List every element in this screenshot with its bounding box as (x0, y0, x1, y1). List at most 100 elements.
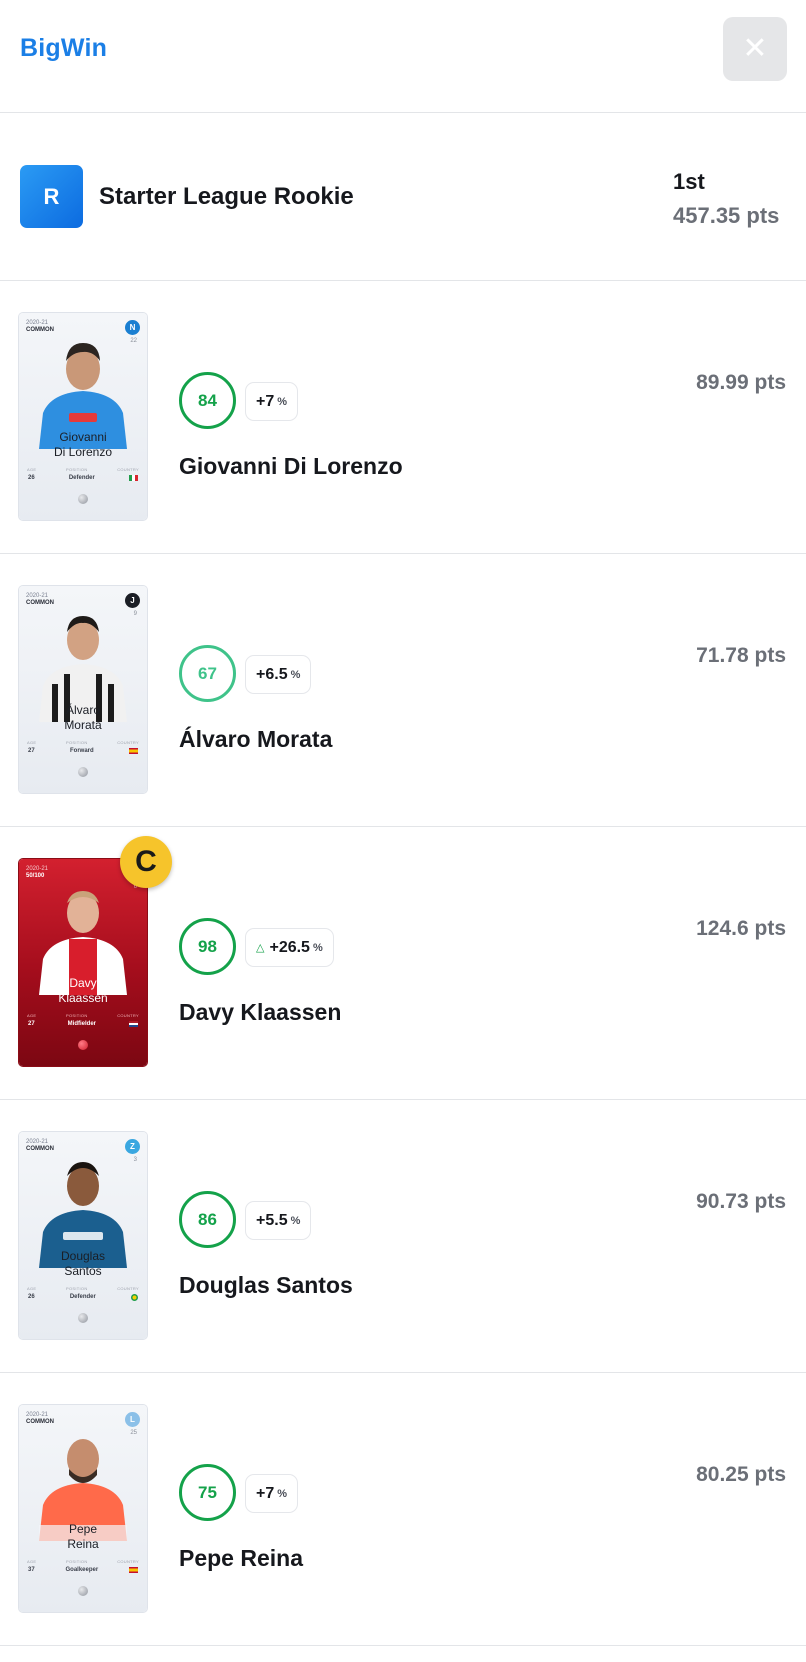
card-meta-values: 26 Defender (19, 475, 147, 481)
player-card[interactable]: 2020-21 50/100 6 Davy Klaassen AGE POSIT… (19, 859, 147, 1066)
card-player-name: Álvaro Morata (19, 703, 147, 733)
brand-logo[interactable]: BigWin (20, 34, 107, 63)
label-position: POSITION (66, 1559, 88, 1564)
card-player-name: Giovanni Di Lorenzo (19, 430, 147, 460)
card-player-name: Douglas Santos (19, 1249, 147, 1279)
card-meta-values: 37 Goalkeeper (19, 1567, 147, 1573)
card-tier: COMMON (26, 600, 54, 606)
score-badge: 86 (179, 1191, 236, 1248)
percent-icon: % (277, 395, 288, 408)
label-age: AGE (27, 1013, 37, 1018)
card-season: 2020-21 (26, 320, 49, 326)
player-row[interactable]: 2020-21 COMMON J 9 Álvaro Morata AGE POS… (0, 554, 806, 827)
player-row[interactable]: 2020-21 COMMON N 22 Giovanni Di Lorenzo … (0, 281, 806, 554)
percent-icon: % (290, 668, 301, 681)
player-card[interactable]: 2020-21 COMMON J 9 Álvaro Morata AGE POS… (19, 586, 147, 793)
card-position: Goalkeeper (65, 1567, 99, 1573)
label-country: COUNTRY (117, 740, 139, 745)
player-card[interactable]: 2020-21 COMMON L 25 Pepe Reina AGE POSIT… (19, 1405, 147, 1612)
country-flag-icon (129, 1021, 138, 1027)
card-name-line2: Reina (67, 1537, 99, 1551)
card-position: Defender (68, 475, 95, 481)
label-position: POSITION (66, 1013, 88, 1018)
player-row[interactable]: 2020-21 COMMON Z 3 Douglas Santos AGE PO… (0, 1100, 806, 1373)
label-country: COUNTRY (117, 1013, 139, 1018)
card-season: 2020-21 (26, 1139, 49, 1145)
player-points: 89.99 pts (696, 371, 786, 394)
card-number: 25 (130, 1430, 137, 1436)
card-tier: 50/100 (26, 873, 45, 879)
card-meta-values: 26 Defender (19, 1294, 147, 1301)
league-badge: R (20, 165, 83, 228)
card-age: 26 (28, 475, 35, 481)
bonus-value: +7 (256, 1484, 275, 1502)
player-points: 124.6 pts (696, 917, 786, 940)
bonus-chip: △ +26.5 % (245, 928, 334, 967)
label-position: POSITION (66, 467, 88, 472)
card-season: 2020-21 (26, 866, 49, 872)
score-badge: 84 (179, 372, 236, 429)
card-player-name: Davy Klaassen (19, 976, 147, 1006)
player-row[interactable]: 2020-21 50/100 6 Davy Klaassen AGE POSIT… (0, 827, 806, 1100)
percent-icon: % (312, 941, 323, 954)
card-number: 9 (133, 611, 137, 617)
close-button[interactable]: ✕ (723, 17, 787, 81)
card-age: 37 (28, 1567, 35, 1573)
country-flag-icon (130, 1294, 138, 1301)
captain-badge: C (120, 836, 172, 888)
card-name-line1: Pepe (68, 1522, 98, 1536)
card-meta-labels: AGE POSITION COUNTRY (19, 1013, 147, 1018)
card-position: Forward (70, 748, 94, 754)
label-position: POSITION (66, 740, 88, 745)
up-arrow-icon: △ (256, 942, 265, 954)
player-card[interactable]: 2020-21 COMMON N 22 Giovanni Di Lorenzo … (19, 313, 147, 520)
percent-icon: % (290, 1214, 301, 1227)
card-number: 22 (130, 338, 137, 344)
player-name: Álvaro Morata (179, 726, 333, 752)
country-flag-icon (128, 748, 138, 754)
league-summary[interactable]: R Starter League Rookie 1st 457.35 pts (0, 113, 806, 281)
card-name-line1: Álvaro (65, 703, 100, 717)
club-crest-icon: Z (125, 1139, 140, 1154)
score-badge: 98 (179, 918, 236, 975)
label-age: AGE (27, 740, 37, 745)
country-flag-icon (128, 475, 138, 481)
card-name-line2: Morata (64, 718, 102, 732)
ball-icon (78, 767, 88, 777)
player-row[interactable]: 2020-21 COMMON L 25 Pepe Reina AGE POSIT… (0, 1373, 806, 1646)
ball-icon (78, 1313, 88, 1323)
player-points: 80.25 pts (696, 1463, 786, 1486)
player-name: Douglas Santos (179, 1272, 353, 1298)
label-age: AGE (27, 467, 37, 472)
label-country: COUNTRY (117, 1559, 139, 1564)
card-meta-labels: AGE POSITION COUNTRY (19, 467, 147, 472)
card-tier: COMMON (26, 1419, 54, 1425)
card-name-line1: Davy (69, 976, 97, 990)
ball-icon (78, 494, 88, 504)
card-name-line1: Douglas (60, 1249, 106, 1263)
label-country: COUNTRY (117, 467, 139, 472)
card-season: 2020-21 (26, 593, 49, 599)
card-player-name: Pepe Reina (19, 1522, 147, 1552)
card-age: 27 (28, 1021, 35, 1027)
club-crest-icon: L (125, 1412, 140, 1427)
label-country: COUNTRY (117, 1286, 139, 1291)
player-name: Pepe Reina (179, 1545, 303, 1571)
card-meta-values: 27 Midfielder (19, 1021, 147, 1027)
score-badge: 75 (179, 1464, 236, 1521)
league-rank: 1st (673, 169, 705, 194)
card-tier: COMMON (26, 1146, 54, 1152)
card-name-line2: Santos (64, 1264, 102, 1278)
player-points: 71.78 pts (696, 644, 786, 667)
club-crest-icon: J (125, 593, 140, 608)
country-flag-icon (129, 1567, 138, 1573)
player-card[interactable]: 2020-21 COMMON Z 3 Douglas Santos AGE PO… (19, 1132, 147, 1339)
card-meta-labels: AGE POSITION COUNTRY (19, 740, 147, 745)
label-age: AGE (27, 1559, 37, 1564)
bonus-value: +26.5 (269, 938, 310, 956)
card-age: 27 (28, 748, 35, 754)
bonus-value: +7 (256, 392, 275, 410)
app-header: BigWin ✕ (0, 0, 806, 113)
card-tier: COMMON (26, 327, 54, 333)
bonus-value: +6.5 (256, 665, 288, 683)
